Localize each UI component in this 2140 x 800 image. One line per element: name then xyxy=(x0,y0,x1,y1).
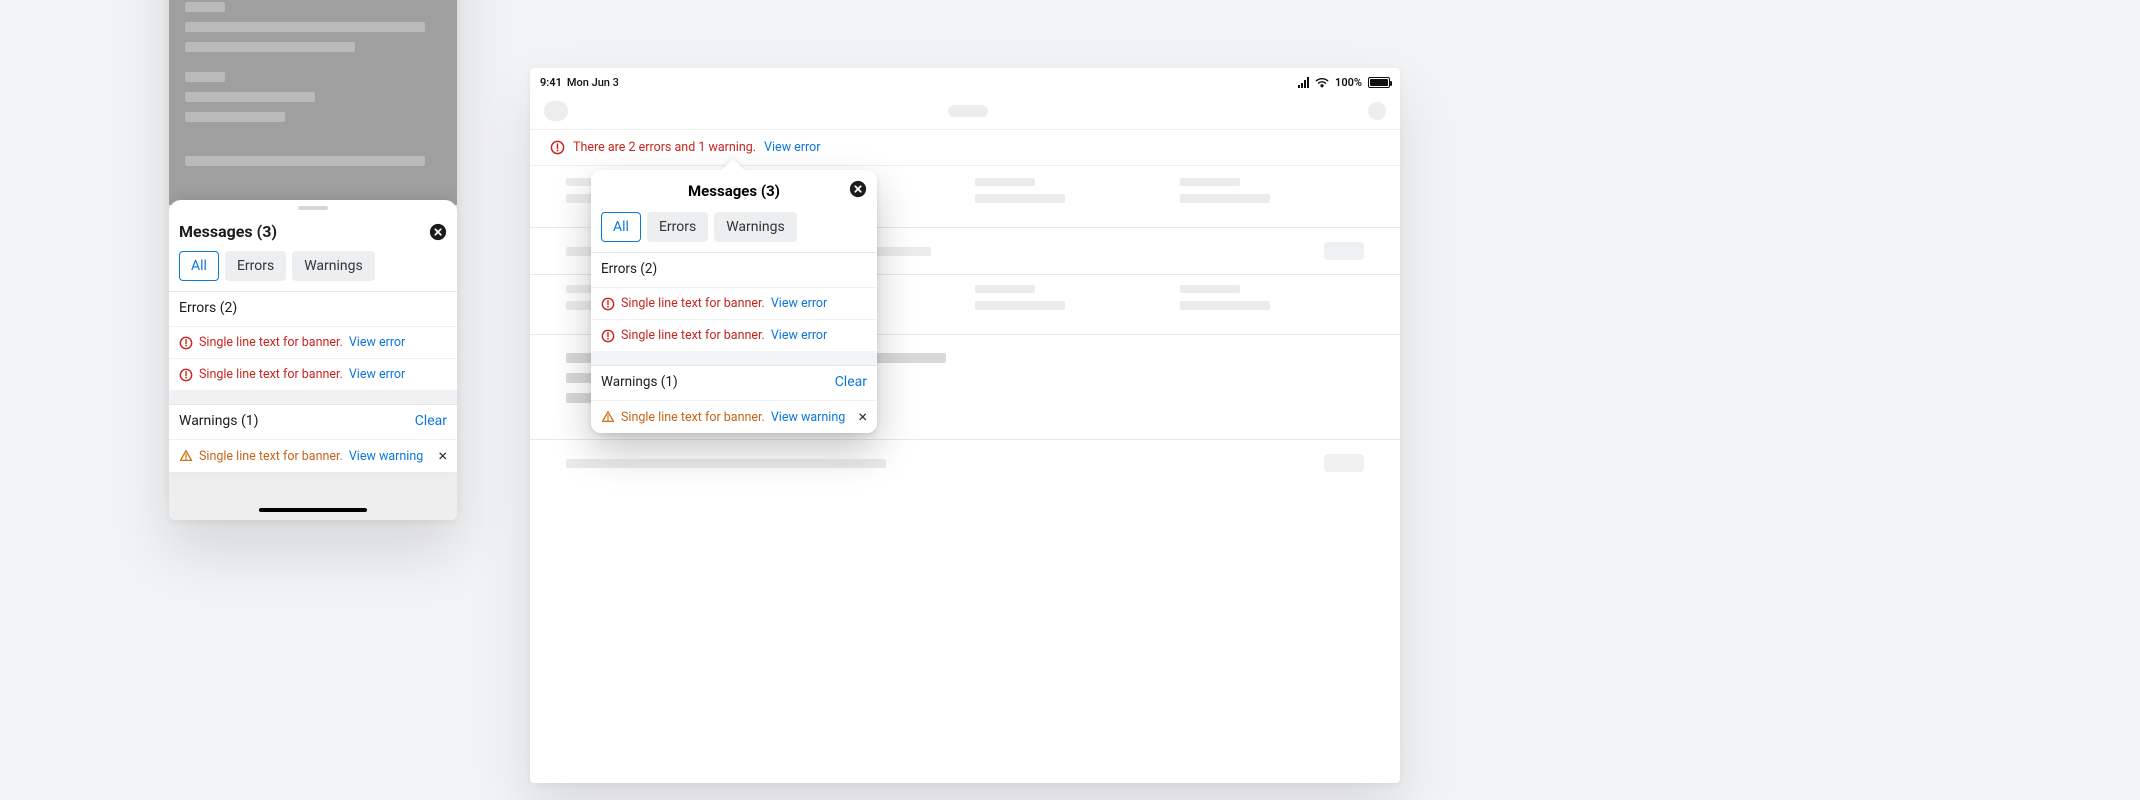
warning-row: Single line text for banner. View warnin… xyxy=(591,400,877,433)
clear-warnings-link[interactable]: Clear xyxy=(835,374,867,390)
errors-section-header: Errors (2) xyxy=(591,252,877,287)
list-item xyxy=(566,454,1364,472)
battery-icon xyxy=(1368,77,1390,88)
dismiss-icon[interactable]: × xyxy=(438,448,447,464)
status-time: 9:41 xyxy=(540,76,562,89)
warnings-section-header: Warnings (1) Clear xyxy=(591,365,877,400)
dismiss-icon[interactable]: × xyxy=(858,409,867,425)
error-text: Single line text for banner. xyxy=(199,367,343,382)
tab-all[interactable]: All xyxy=(601,212,641,242)
close-icon[interactable] xyxy=(849,180,867,198)
warning-text: Single line text for banner. xyxy=(199,449,343,464)
warning-text: Single line text for banner. xyxy=(621,410,765,425)
error-row: Single line text for banner. View error xyxy=(169,358,457,390)
phone-frame: Messages (3) All Errors Warnings Errors … xyxy=(169,0,457,520)
close-icon[interactable] xyxy=(429,223,447,241)
errors-count-label: Errors (2) xyxy=(601,261,657,277)
signal-icon xyxy=(1298,77,1309,88)
error-icon xyxy=(601,329,615,343)
error-icon xyxy=(550,140,565,155)
error-icon xyxy=(601,297,615,311)
section-gap xyxy=(169,390,457,404)
view-warning-link[interactable]: View warning xyxy=(771,410,845,425)
phone-dim-overlay xyxy=(169,0,457,205)
home-indicator[interactable] xyxy=(259,508,367,512)
status-date: Mon Jun 3 xyxy=(567,76,619,89)
nav-back-button[interactable] xyxy=(544,101,568,121)
wifi-icon xyxy=(1315,77,1329,88)
error-row: Single line text for banner. View error xyxy=(591,319,877,351)
view-error-link[interactable]: View error xyxy=(771,328,827,343)
view-error-link[interactable]: View error xyxy=(349,335,405,350)
filter-tabs: All Errors Warnings xyxy=(169,251,457,291)
banner-text: There are 2 errors and 1 warning. xyxy=(573,140,756,155)
tab-warnings[interactable]: Warnings xyxy=(292,251,375,281)
battery-label: 100% xyxy=(1335,76,1362,89)
warning-row: Single line text for banner. View warnin… xyxy=(169,439,457,472)
banner-view-link[interactable]: View error xyxy=(764,140,820,155)
tab-all[interactable]: All xyxy=(179,251,219,281)
section-gap xyxy=(591,351,877,365)
status-bar: 9:41 Mon Jun 3 100% xyxy=(530,68,1400,93)
error-icon xyxy=(179,336,193,350)
errors-count-label: Errors (2) xyxy=(179,300,237,316)
nav-action-button[interactable] xyxy=(1368,102,1386,120)
error-icon xyxy=(179,368,193,382)
filter-tabs: All Errors Warnings xyxy=(591,206,877,252)
tab-errors[interactable]: Errors xyxy=(647,212,708,242)
error-banner: There are 2 errors and 1 warning. View e… xyxy=(530,130,1400,166)
view-error-link[interactable]: View error xyxy=(771,296,827,311)
view-warning-link[interactable]: View warning xyxy=(349,449,423,464)
sheet-title: Messages (3) xyxy=(179,222,277,241)
error-text: Single line text for banner. xyxy=(199,335,343,350)
error-row: Single line text for banner. View error xyxy=(169,326,457,358)
warnings-count-label: Warnings (1) xyxy=(601,374,678,390)
sheet-grabber[interactable] xyxy=(298,206,328,210)
popover-title: Messages (3) xyxy=(688,182,780,200)
tab-errors[interactable]: Errors xyxy=(225,251,286,281)
warning-icon xyxy=(601,410,615,424)
error-text: Single line text for banner. xyxy=(621,328,765,343)
warnings-count-label: Warnings (1) xyxy=(179,413,259,429)
messages-popover: Messages (3) All Errors Warnings Errors … xyxy=(591,170,877,433)
clear-warnings-link[interactable]: Clear xyxy=(415,413,447,429)
warning-icon xyxy=(179,449,193,463)
error-text: Single line text for banner. xyxy=(621,296,765,311)
nav-bar xyxy=(530,93,1400,130)
view-error-link[interactable]: View error xyxy=(349,367,405,382)
errors-section-header: Errors (2) xyxy=(169,291,457,326)
error-row: Single line text for banner. View error xyxy=(591,287,877,319)
nav-title-skeleton xyxy=(948,105,988,117)
messages-sheet: Messages (3) All Errors Warnings Errors … xyxy=(169,200,457,472)
warnings-section-header: Warnings (1) Clear xyxy=(169,404,457,439)
tab-warnings[interactable]: Warnings xyxy=(714,212,797,242)
